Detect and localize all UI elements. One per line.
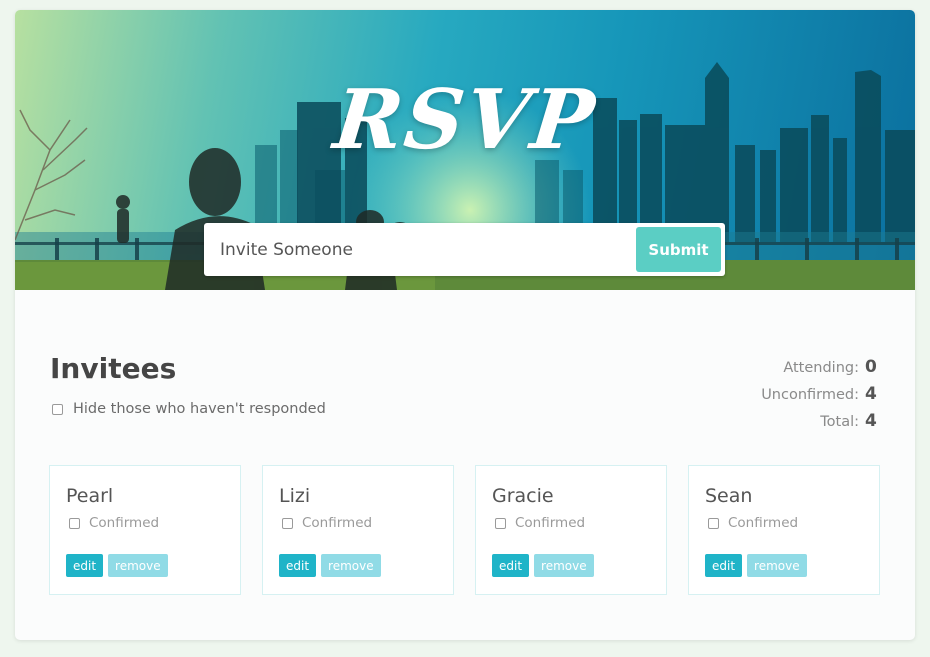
stat-unconfirmed-value: 4	[865, 384, 877, 404]
guest-actions: edit remove	[705, 554, 807, 577]
submit-button[interactable]: Submit	[636, 227, 721, 272]
confirmed-toggle[interactable]: Confirmed	[708, 515, 798, 531]
confirmed-checkbox[interactable]	[69, 517, 80, 529]
guest-card: Sean Confirmed edit remove	[688, 465, 880, 595]
confirmed-toggle[interactable]: Confirmed	[69, 515, 159, 531]
confirmed-label: Confirmed	[728, 515, 799, 531]
confirmed-label: Confirmed	[89, 515, 160, 531]
invite-form: Submit	[204, 223, 725, 276]
edit-button[interactable]: edit	[66, 554, 104, 577]
guest-name: Pearl	[66, 485, 114, 507]
guest-card: Lizi Confirmed edit remove	[262, 465, 454, 595]
remove-button[interactable]: remove	[108, 554, 168, 577]
confirmed-checkbox[interactable]	[495, 517, 506, 529]
stat-unconfirmed-label: Unconfirmed:	[761, 387, 859, 403]
stat-total-value: 4	[865, 411, 877, 431]
edit-button[interactable]: edit	[492, 554, 530, 577]
confirmed-label: Confirmed	[302, 515, 373, 531]
confirmed-checkbox[interactable]	[708, 517, 719, 529]
guest-name: Gracie	[492, 485, 554, 507]
guest-name: Lizi	[279, 485, 311, 507]
guest-list: Pearl Confirmed edit remove Lizi Confirm…	[49, 465, 881, 595]
edit-button[interactable]: edit	[279, 554, 317, 577]
confirmed-checkbox[interactable]	[282, 517, 293, 529]
attendance-stats: Attending: 0 Unconfirmed: 4 Total: 4	[761, 354, 877, 435]
stat-attending-label: Attending:	[783, 360, 859, 376]
confirmed-toggle[interactable]: Confirmed	[495, 515, 585, 531]
confirmed-toggle[interactable]: Confirmed	[282, 515, 372, 531]
guest-actions: edit remove	[279, 554, 381, 577]
stat-unconfirmed: Unconfirmed: 4	[761, 381, 877, 408]
hide-unresponded-checkbox[interactable]	[52, 403, 63, 415]
hide-unresponded-label: Hide those who haven't responded	[73, 401, 326, 417]
guest-card: Pearl Confirmed edit remove	[49, 465, 241, 595]
remove-button[interactable]: remove	[747, 554, 807, 577]
header-banner: RSVP Submit	[15, 10, 915, 290]
invite-input[interactable]	[204, 223, 624, 276]
hide-unresponded-filter[interactable]: Hide those who haven't responded	[52, 401, 326, 417]
guest-actions: edit remove	[66, 554, 168, 577]
remove-button[interactable]: remove	[321, 554, 381, 577]
app-title: RSVP	[329, 72, 601, 168]
stat-total-label: Total:	[820, 414, 859, 430]
stat-attending: Attending: 0	[761, 354, 877, 381]
guest-name: Sean	[705, 485, 753, 507]
stat-total: Total: 4	[761, 408, 877, 435]
guest-actions: edit remove	[492, 554, 594, 577]
guest-card: Gracie Confirmed edit remove	[475, 465, 667, 595]
edit-button[interactable]: edit	[705, 554, 743, 577]
confirmed-label: Confirmed	[515, 515, 586, 531]
remove-button[interactable]: remove	[534, 554, 594, 577]
rsvp-app: RSVP Submit Invitees Hide those who have…	[15, 10, 915, 640]
invitees-heading: Invitees	[50, 352, 177, 385]
stat-attending-value: 0	[865, 357, 877, 377]
